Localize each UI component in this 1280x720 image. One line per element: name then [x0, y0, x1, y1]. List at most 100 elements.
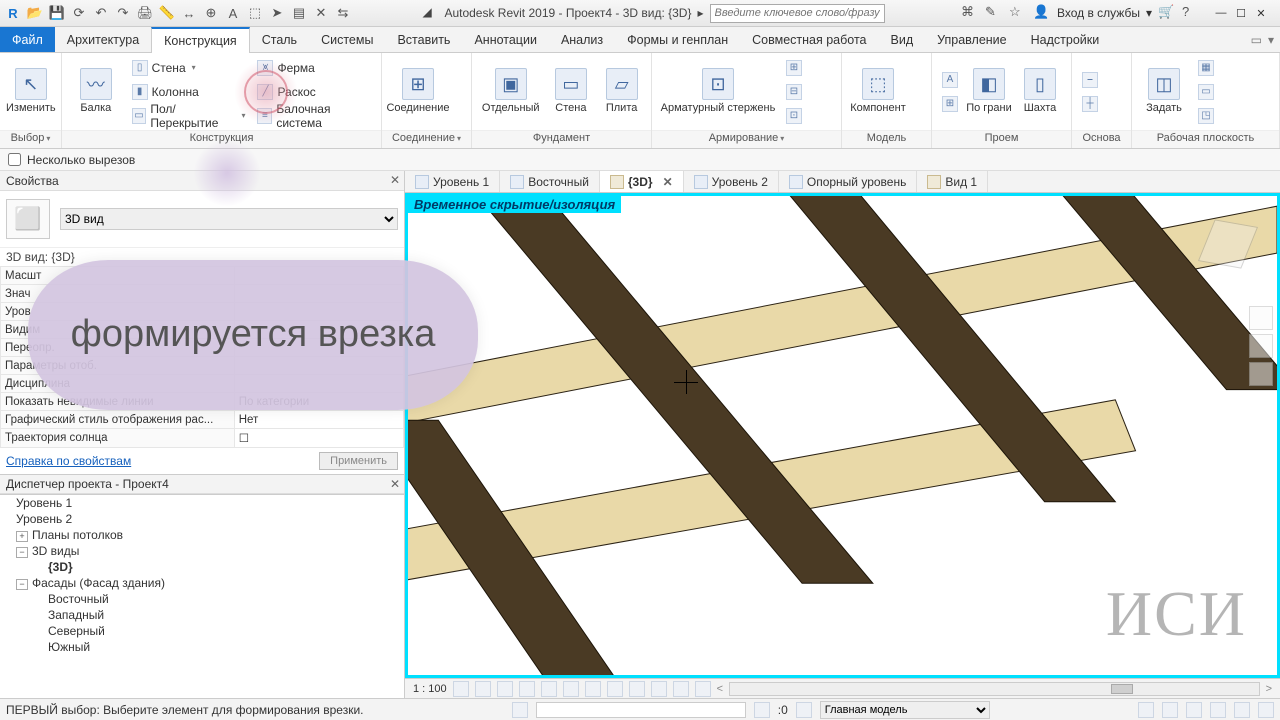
- ref-plane-button[interactable]: ▭: [1194, 81, 1218, 103]
- status-b-icon[interactable]: [1162, 702, 1178, 718]
- browser-close-icon[interactable]: ✕: [390, 477, 400, 491]
- properties-close-icon[interactable]: ✕: [390, 173, 400, 187]
- tab-systems[interactable]: Системы: [309, 27, 385, 52]
- tab-analyze[interactable]: Анализ: [549, 27, 615, 52]
- ribbon-box-icon[interactable]: ▭: [1251, 33, 1262, 47]
- tab-steel[interactable]: Сталь: [250, 27, 309, 52]
- opening-b-button[interactable]: ⊞: [938, 93, 962, 115]
- view-canvas[interactable]: Временное скрытие/изоляция: [405, 193, 1280, 678]
- star-icon[interactable]: ☆: [1009, 4, 1027, 22]
- browser-item-lvl1[interactable]: Уровень 1: [16, 495, 404, 511]
- close-button[interactable]: ✕: [1252, 4, 1270, 22]
- view-tab[interactable]: Вид 1: [917, 171, 988, 192]
- group-connection[interactable]: Соединение: [382, 130, 471, 148]
- sync-icon[interactable]: ⟳: [70, 4, 88, 22]
- tab-architecture[interactable]: Архитектура: [55, 27, 151, 52]
- vc-sun-icon[interactable]: [497, 681, 513, 697]
- tab-structure[interactable]: Конструкция: [151, 27, 250, 53]
- status-select-icon[interactable]: [512, 702, 528, 718]
- prop-value[interactable]: Нет: [234, 411, 403, 429]
- view-tab[interactable]: Уровень 1: [405, 171, 500, 192]
- browser-item-north[interactable]: Северный: [16, 623, 404, 639]
- properties-help-link[interactable]: Справка по свойствам: [6, 454, 131, 468]
- collapse-icon[interactable]: −: [16, 547, 28, 558]
- reinf-a-button[interactable]: ⊞: [782, 57, 806, 79]
- ribbon-collapse-icon[interactable]: ▾: [1268, 33, 1274, 47]
- switch-icon[interactable]: ⇆: [334, 4, 352, 22]
- tab-manage[interactable]: Управление: [925, 27, 1019, 52]
- group-select[interactable]: Выбор: [0, 130, 61, 148]
- view-tab[interactable]: Опорный уровень: [779, 171, 917, 192]
- login-chevron-icon[interactable]: ▾: [1146, 6, 1152, 20]
- viewer-button[interactable]: ◳: [1194, 105, 1218, 127]
- status-model-select[interactable]: Главная модель: [820, 701, 990, 719]
- keytips-icon[interactable]: ⌘: [961, 4, 979, 22]
- status-ws-icon[interactable]: [796, 702, 812, 718]
- brace-button[interactable]: ╱Раскос: [253, 81, 375, 103]
- browser-item-west[interactable]: Западный: [16, 607, 404, 623]
- print-icon[interactable]: 🖨: [136, 4, 154, 22]
- h-scrollbar[interactable]: [729, 682, 1259, 696]
- close-tab-icon[interactable]: ✕: [663, 175, 673, 189]
- status-a-icon[interactable]: [1138, 702, 1154, 718]
- undo-icon[interactable]: ↶: [92, 4, 110, 22]
- app-icon[interactable]: R: [4, 4, 22, 22]
- login-link[interactable]: Вход в службы: [1057, 6, 1140, 20]
- view3d-icon[interactable]: ⬚: [246, 4, 264, 22]
- vc-render-icon[interactable]: [541, 681, 557, 697]
- shaft-button[interactable]: ▯Шахта: [1016, 57, 1064, 127]
- vc-hide-icon[interactable]: [651, 681, 667, 697]
- isolated-button[interactable]: ▣Отдельный: [478, 57, 543, 127]
- browser-item-east[interactable]: Восточный: [16, 591, 404, 607]
- connection-button[interactable]: ⊞Соединение: [388, 57, 448, 127]
- tab-insert[interactable]: Вставить: [385, 27, 462, 52]
- vc-lock-icon[interactable]: [607, 681, 623, 697]
- tab-annotate[interactable]: Аннотации: [462, 27, 548, 52]
- expand-icon[interactable]: +: [16, 531, 28, 542]
- save-icon[interactable]: 💾: [48, 4, 66, 22]
- opening-a-button[interactable]: A: [938, 69, 962, 91]
- reinf-b-button[interactable]: ⊟: [782, 81, 806, 103]
- dim-icon[interactable]: ⊕: [202, 4, 220, 22]
- thin-icon[interactable]: ▤: [290, 4, 308, 22]
- fnd-wall-button[interactable]: ▭Стена: [547, 57, 594, 127]
- section-icon[interactable]: ➤: [268, 4, 286, 22]
- collapse-icon[interactable]: −: [16, 579, 28, 590]
- view-tab[interactable]: Уровень 2: [684, 171, 779, 192]
- group-reinforcement[interactable]: Армирование: [652, 130, 841, 148]
- comm-icon[interactable]: ✎: [985, 4, 1003, 22]
- type-selector[interactable]: 3D вид: [60, 208, 398, 230]
- wall-button[interactable]: ▯Стена: [128, 57, 250, 79]
- tab-view[interactable]: Вид: [879, 27, 926, 52]
- status-d-icon[interactable]: [1210, 702, 1226, 718]
- show-plane-button[interactable]: ▦: [1194, 57, 1218, 79]
- slab-button[interactable]: ▱Плита: [598, 57, 645, 127]
- grid-button[interactable]: ┼: [1078, 93, 1102, 115]
- tab-collab[interactable]: Совместная работа: [740, 27, 878, 52]
- status-f-icon[interactable]: [1258, 702, 1274, 718]
- floor-button[interactable]: ▭Пол/Перекрытие: [128, 105, 250, 127]
- rebar-button[interactable]: ⊡Арматурный стержень: [658, 57, 778, 127]
- view-tab[interactable]: {3D}✕: [600, 171, 684, 192]
- apply-button[interactable]: Применить: [319, 452, 398, 470]
- redo-icon[interactable]: ↷: [114, 4, 132, 22]
- align-icon[interactable]: ↔: [180, 4, 198, 22]
- measure-icon[interactable]: 📏: [158, 4, 176, 22]
- browser-item-facades[interactable]: −Фасады (Фасад здания): [16, 575, 404, 591]
- nav-zoom-icon[interactable]: [1249, 362, 1273, 386]
- vc-reveal-icon[interactable]: [673, 681, 689, 697]
- vc-analytic-icon[interactable]: [695, 681, 711, 697]
- column-button[interactable]: ▮Колонна: [128, 81, 250, 103]
- status-c-icon[interactable]: [1186, 702, 1202, 718]
- vc-shadow-icon[interactable]: [519, 681, 535, 697]
- search-input[interactable]: [710, 4, 885, 23]
- component-button[interactable]: ⬚Компонент: [848, 57, 908, 127]
- vc-crop-icon[interactable]: [563, 681, 579, 697]
- multicut-checkbox[interactable]: [8, 153, 21, 166]
- status-input[interactable]: [536, 702, 746, 718]
- vc-temp-icon[interactable]: [629, 681, 645, 697]
- tab-addins[interactable]: Надстройки: [1019, 27, 1112, 52]
- user-icon[interactable]: 👤: [1033, 4, 1051, 22]
- browser-item-lvl2[interactable]: Уровень 2: [16, 511, 404, 527]
- open-icon[interactable]: 📂: [26, 4, 44, 22]
